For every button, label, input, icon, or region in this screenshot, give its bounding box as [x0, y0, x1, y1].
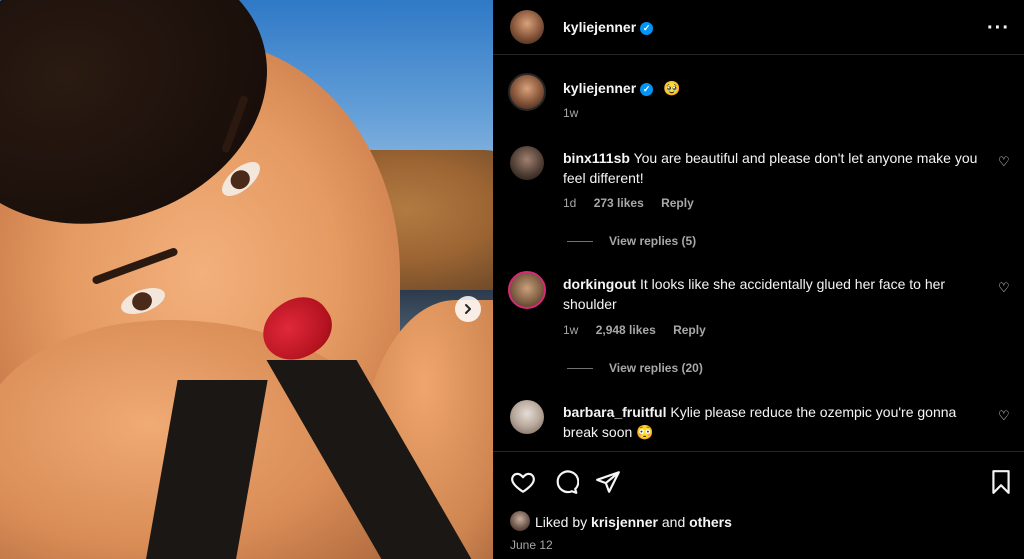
- comment-username[interactable]: barbara_fruitful: [563, 404, 666, 420]
- comment-text: dorkingout It looks like she accidentall…: [563, 274, 983, 314]
- comment-username[interactable]: binx111sb: [563, 150, 630, 166]
- caption-time: 1w: [563, 106, 592, 120]
- post-footer: [493, 451, 1024, 559]
- liked-by-user[interactable]: krisjenner: [591, 514, 658, 530]
- caption-username-text[interactable]: kyliejenner: [563, 80, 636, 96]
- like-comment-heart-icon[interactable]: ♡: [998, 408, 1010, 424]
- liked-by-text[interactable]: Liked by krisjenner and others: [535, 514, 732, 530]
- comment-username[interactable]: dorkingout: [563, 276, 636, 292]
- commenter-avatar[interactable]: [510, 146, 544, 180]
- comment-likes[interactable]: 2,948 likes: [596, 323, 656, 337]
- commenter-avatar[interactable]: [510, 400, 544, 434]
- post-date[interactable]: June 12: [510, 538, 553, 552]
- comment-meta: 1d 273 likes Reply: [563, 196, 708, 210]
- view-replies-button[interactable]: View replies (20): [567, 361, 703, 375]
- verified-badge-icon: ✓: [640, 82, 654, 96]
- comment-likes[interactable]: 273 likes: [594, 196, 644, 210]
- comments-list[interactable]: kyliejenner ✓ 🥹 1w binx111sb You are beau…: [493, 56, 1024, 451]
- comment-text: binx111sb You are beautiful and please d…: [563, 148, 983, 188]
- liked-by-prefix: Liked by: [535, 514, 588, 530]
- author-avatar[interactable]: [508, 73, 546, 111]
- post-header: kyliejenner ✓ ···: [493, 0, 1024, 55]
- author-username[interactable]: kyliejenner ✓: [563, 19, 654, 35]
- comment-meta: 1w 2,948 likes Reply: [563, 323, 720, 337]
- divider-line: [567, 241, 593, 243]
- comment-time: 1d: [563, 196, 577, 210]
- share-send-icon[interactable]: [595, 469, 621, 495]
- reply-button[interactable]: Reply: [661, 196, 694, 210]
- verified-badge-icon: ✓: [640, 21, 654, 35]
- like-comment-heart-icon[interactable]: ♡: [998, 280, 1010, 296]
- like-heart-icon[interactable]: [510, 469, 536, 495]
- reply-button[interactable]: Reply: [673, 323, 706, 337]
- post-panel: kyliejenner ✓ ··· kyliejenner ✓ 🥹 1w binx1…: [493, 0, 1024, 559]
- view-replies-button[interactable]: View replies (5): [567, 234, 696, 248]
- more-options-icon[interactable]: ···: [987, 17, 1010, 40]
- caption-emoji: 🥹: [663, 80, 681, 96]
- comment-text: barbara_fruitful Kylie please reduce the…: [563, 402, 983, 442]
- comment-bubble-icon[interactable]: [553, 469, 579, 495]
- post-media[interactable]: [0, 0, 493, 559]
- next-photo-button[interactable]: [455, 296, 481, 322]
- liked-by-avatar[interactable]: [510, 511, 530, 531]
- liked-by-others[interactable]: others: [689, 514, 732, 530]
- save-bookmark-icon[interactable]: [988, 469, 1014, 495]
- caption-time-text: 1w: [563, 106, 579, 120]
- view-replies-text[interactable]: View replies (20): [609, 361, 703, 375]
- author-username-text[interactable]: kyliejenner: [563, 19, 636, 35]
- caption-username[interactable]: kyliejenner ✓ 🥹: [563, 80, 680, 97]
- commenter-avatar[interactable]: [508, 271, 546, 309]
- comment-time: 1w: [563, 323, 579, 337]
- author-avatar[interactable]: [510, 10, 544, 44]
- divider-line: [567, 368, 593, 370]
- chevron-right-icon: [465, 304, 471, 314]
- view-replies-text[interactable]: View replies (5): [609, 234, 696, 248]
- liked-by-and: and: [661, 514, 686, 530]
- like-comment-heart-icon[interactable]: ♡: [998, 154, 1010, 170]
